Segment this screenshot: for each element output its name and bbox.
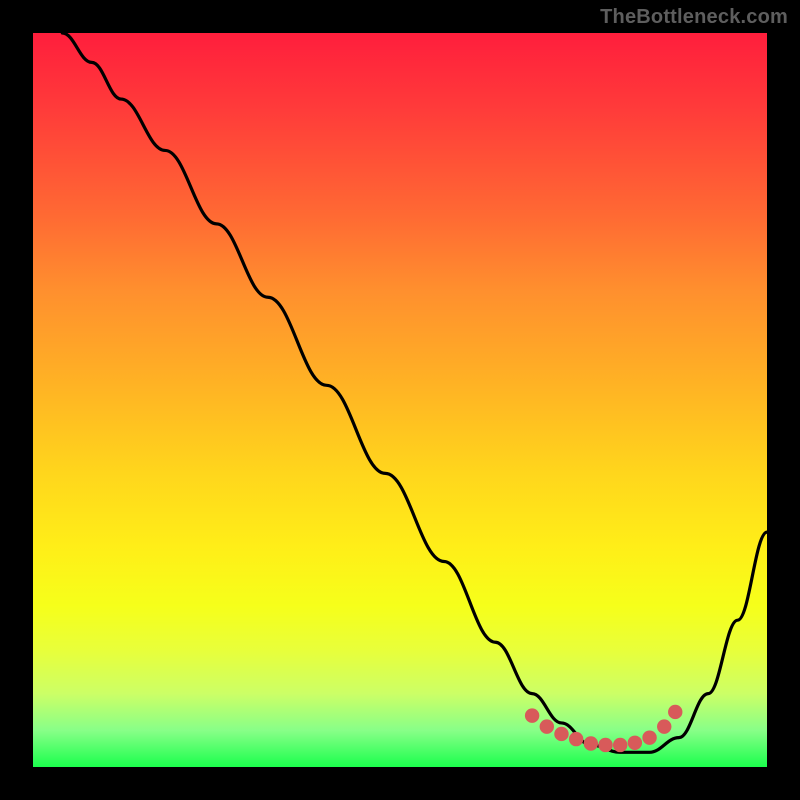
bottleneck-curve (62, 33, 767, 752)
valley-dot (554, 727, 568, 741)
watermark-text: TheBottleneck.com (600, 6, 788, 29)
chart-layer (62, 33, 767, 752)
valley-dot (657, 719, 671, 733)
valley-dot (642, 730, 656, 744)
valley-dot (628, 736, 642, 750)
valley-dot (668, 705, 682, 719)
valley-dot (598, 738, 612, 752)
valley-dot (540, 719, 554, 733)
valley-dot (569, 732, 583, 746)
chart-frame: TheBottleneck.com (0, 0, 800, 800)
valley-dot (525, 708, 539, 722)
valley-dot (584, 736, 598, 750)
chart-svg (33, 33, 767, 767)
valley-dot (613, 738, 627, 752)
